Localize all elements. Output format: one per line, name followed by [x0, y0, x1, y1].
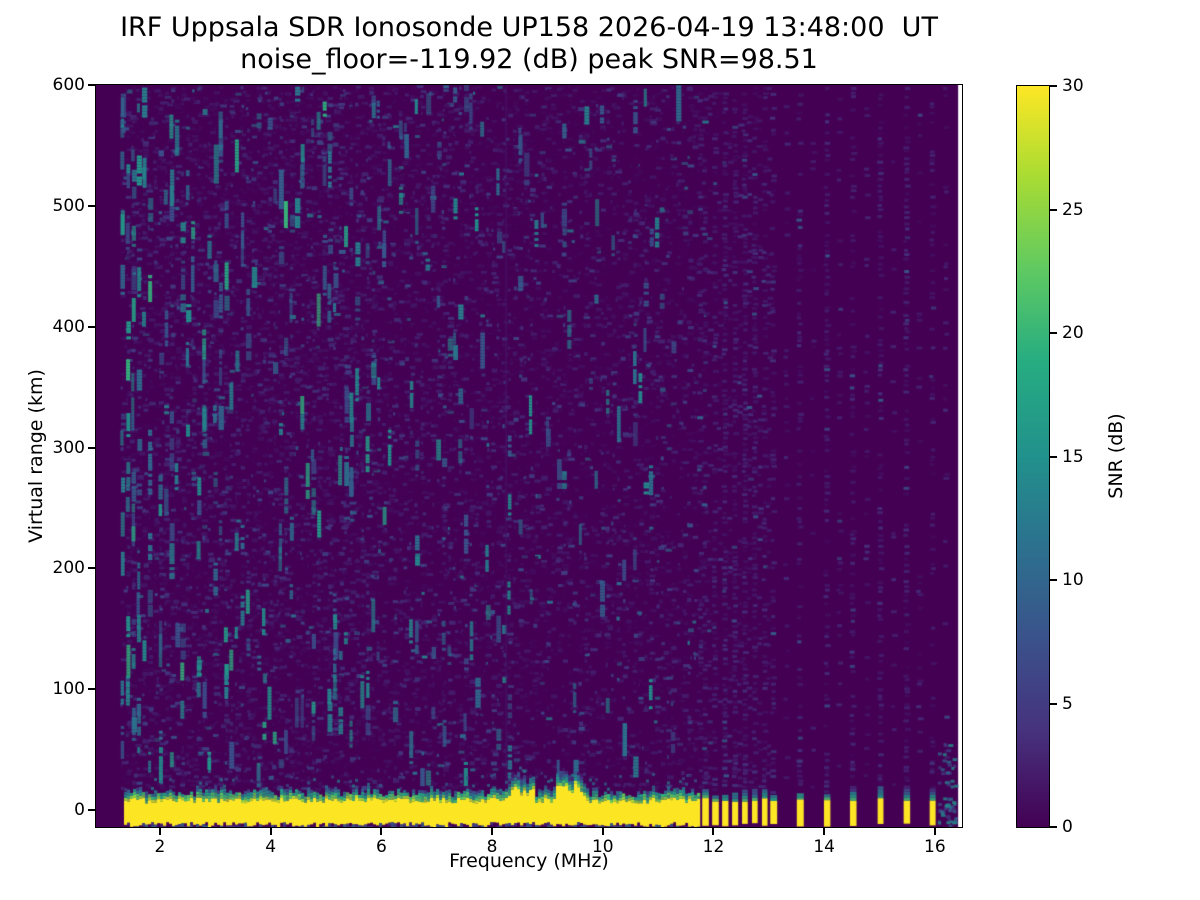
colorbar-label: SNR (dB) — [1105, 413, 1127, 498]
colorbar-tick-label: 10 — [1062, 570, 1084, 590]
y-tick-label: 400 — [15, 317, 85, 337]
chart-subtitle: noise_floor=-119.92 (dB) peak SNR=98.51 — [96, 44, 962, 76]
y-tick-mark — [88, 205, 95, 207]
colorbar-tick-mark — [1050, 579, 1057, 581]
x-tick-mark — [159, 828, 161, 835]
x-axis-label: Frequency (MHz) — [96, 850, 962, 872]
y-tick-label: 500 — [15, 196, 85, 216]
chart-title: IRF Uppsala SDR Ionosonde UP158 2026-04-… — [96, 12, 962, 44]
y-tick-label: 200 — [15, 558, 85, 578]
y-tick-mark — [88, 567, 95, 569]
colorbar-tick-label: 20 — [1062, 323, 1084, 343]
y-tick-mark — [88, 447, 95, 449]
colorbar-tick-label: 25 — [1062, 200, 1084, 220]
x-tick-mark — [602, 828, 604, 835]
x-tick-mark — [270, 828, 272, 835]
colorbar-tick-mark — [1050, 209, 1057, 211]
colorbar-tick-mark — [1050, 332, 1057, 334]
colorbar-tick-mark — [1050, 456, 1057, 458]
y-tick-label: 600 — [15, 75, 85, 95]
colorbar-tick-label: 30 — [1062, 76, 1084, 96]
colorbar-tick-label: 0 — [1062, 817, 1073, 837]
y-tick-label: 0 — [15, 800, 85, 820]
colorbar-tick-mark — [1050, 826, 1057, 828]
x-tick-mark — [712, 828, 714, 835]
y-tick-label: 100 — [15, 679, 85, 699]
colorbar-tick-label: 15 — [1062, 447, 1084, 467]
y-tick-mark — [88, 84, 95, 86]
y-tick-mark — [88, 809, 95, 811]
colorbar-tick-mark — [1050, 703, 1057, 705]
colorbar-gradient — [1017, 86, 1049, 827]
y-axis-label: Virtual range (km) — [25, 369, 47, 543]
colorbar-tick-mark — [1050, 85, 1057, 87]
x-tick-mark — [934, 828, 936, 835]
ionogram-heatmap — [96, 85, 962, 827]
colorbar-tick-label: 5 — [1062, 694, 1073, 714]
y-tick-mark — [88, 326, 95, 328]
y-tick-mark — [88, 688, 95, 690]
ionogram-figure: IRF Uppsala SDR Ionosonde UP158 2026-04-… — [0, 0, 1200, 900]
x-tick-mark — [823, 828, 825, 835]
x-tick-mark — [380, 828, 382, 835]
x-tick-mark — [491, 828, 493, 835]
